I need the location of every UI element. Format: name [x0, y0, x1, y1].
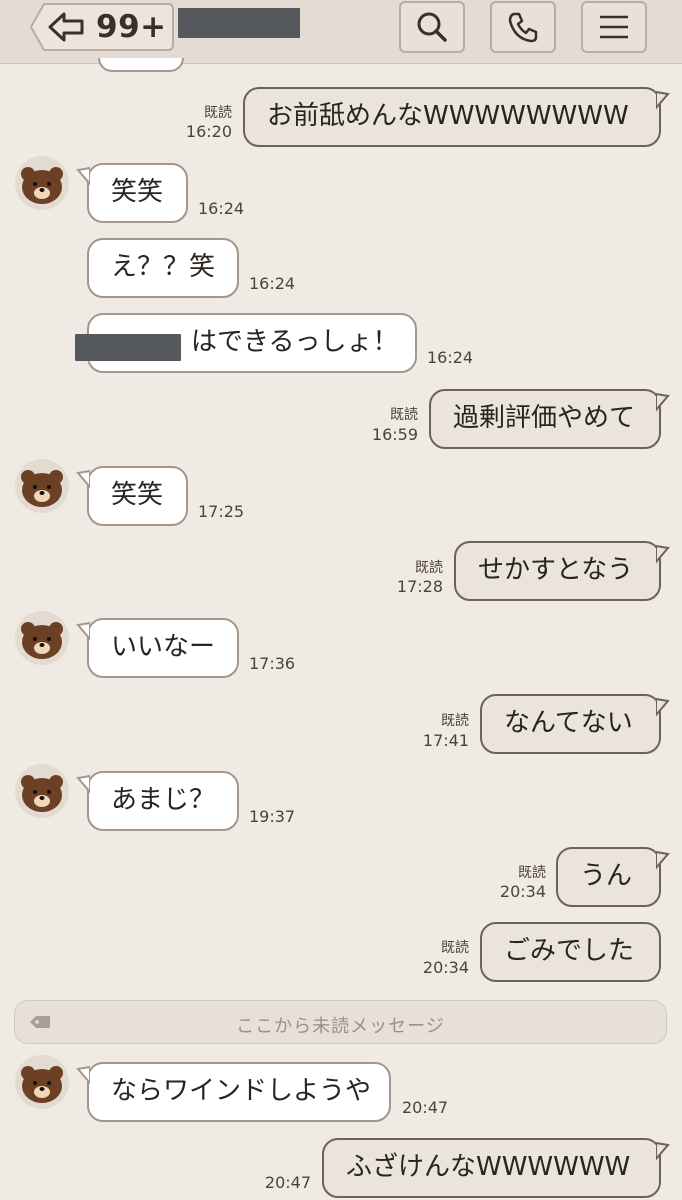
bear-avatar-icon[interactable] — [15, 156, 69, 210]
message-bubble-outgoing[interactable]: ごみでした — [480, 922, 661, 982]
message-time: 17:36 — [249, 654, 296, 673]
message-bubble-incoming[interactable]: え？？笑 — [87, 238, 239, 298]
bear-avatar-icon[interactable] — [15, 459, 69, 513]
call-button[interactable] — [490, 1, 556, 53]
message-bubble-outgoing[interactable]: せかすとなう — [454, 541, 661, 601]
message-bubble-outgoing[interactable]: お前舐めんなWWWWWWWW — [243, 87, 661, 147]
message-time: 16:24 — [427, 348, 474, 367]
search-button[interactable] — [399, 1, 465, 53]
bear-avatar-icon[interactable] — [15, 1055, 69, 1109]
unread-divider-label: ここから未読メッセージ — [236, 1016, 445, 1037]
message-bubble-outgoing[interactable]: ふざけんなWWWWWW — [322, 1138, 661, 1198]
message-time: 16:24 — [198, 199, 245, 218]
redacted-contact-name — [178, 8, 300, 38]
bubble-tail — [656, 90, 670, 110]
message-bubble-outgoing[interactable]: 過剰評価やめて — [429, 389, 661, 449]
message-time: 20:47 — [264, 1173, 311, 1192]
message-bubble-outgoing[interactable]: うん — [556, 847, 661, 907]
phone-icon — [508, 12, 538, 43]
message-bubble-incoming[interactable]: ならワインドしようや — [87, 1062, 391, 1122]
message-bubble-incoming[interactable]: あまじ？ — [87, 771, 239, 831]
read-receipt: 既読 — [441, 940, 469, 956]
read-receipt: 既読 — [390, 407, 418, 423]
read-receipt: 既読 — [204, 105, 232, 121]
bubble-tail — [76, 621, 90, 641]
message-bubble-outgoing[interactable]: なんてない — [480, 694, 661, 754]
bubble-tail — [656, 544, 670, 564]
bubble-tail — [76, 166, 90, 186]
menu-icon — [600, 15, 628, 39]
search-icon — [417, 12, 447, 42]
message-time: 17:25 — [198, 502, 245, 521]
message-time: 16:59 — [371, 425, 418, 444]
message-time: 19:37 — [249, 807, 296, 826]
chat-header: 99+ — [0, 0, 682, 64]
message-time: 20:47 — [402, 1098, 449, 1117]
redacted-name — [75, 334, 181, 361]
unread-count: 99+ — [96, 9, 167, 45]
bubble-tail — [656, 697, 670, 717]
message-time: 20:34 — [499, 882, 546, 901]
message-bubble-incoming[interactable]: いいなー — [87, 618, 239, 678]
read-receipt: 既読 — [415, 560, 443, 576]
bubble-tail — [76, 469, 90, 489]
message-time: 16:20 — [185, 122, 232, 141]
read-receipt: 既読 — [518, 865, 546, 881]
unread-messages-divider: ここから未読メッセージ — [14, 1000, 667, 1044]
bubble-tail — [656, 850, 670, 870]
read-receipt: 既読 — [441, 713, 469, 729]
message-time: 17:28 — [396, 577, 443, 596]
bear-avatar-icon[interactable] — [15, 764, 69, 818]
previous-message-bubble-edge — [98, 58, 184, 72]
message-time: 20:34 — [422, 958, 469, 977]
bear-avatar-icon[interactable] — [15, 611, 69, 665]
back-button[interactable]: 99+ — [30, 2, 174, 52]
menu-button[interactable] — [581, 1, 647, 53]
message-bubble-incoming[interactable]: 笑笑 — [87, 163, 188, 223]
message-time: 17:41 — [422, 731, 469, 750]
bubble-tail — [656, 392, 670, 412]
message-time: 16:24 — [249, 274, 296, 293]
bubble-tail — [656, 1141, 670, 1161]
message-bubble-incoming[interactable]: 笑笑 — [87, 466, 188, 526]
bubble-tail — [76, 774, 90, 794]
bubble-tail — [76, 1065, 90, 1085]
